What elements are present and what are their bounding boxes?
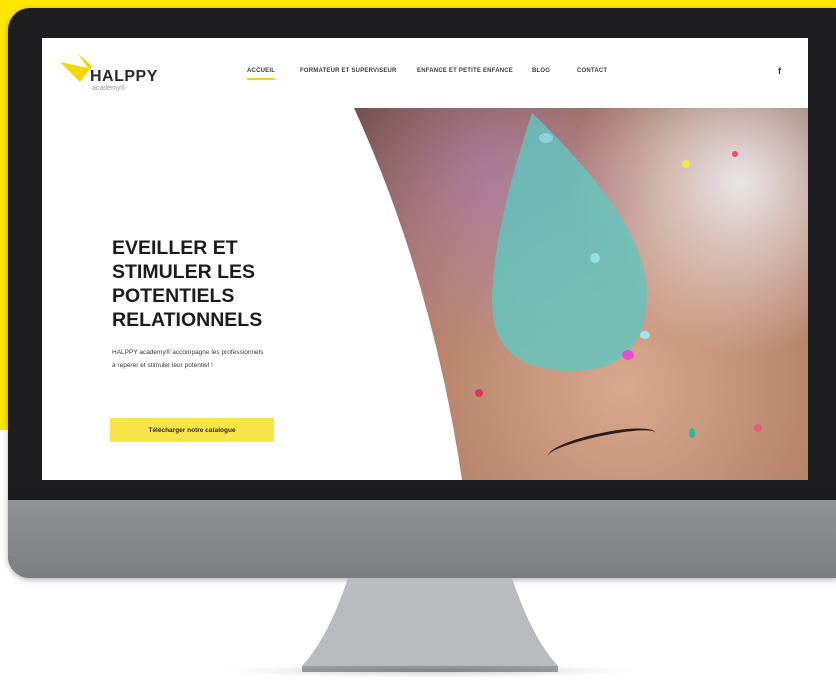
confetti-dot [732, 151, 738, 157]
hero-description-line: à repérer et stimuler leur potentiel ! [112, 362, 213, 369]
confetti-dot [590, 253, 600, 263]
confetti-dot [475, 389, 483, 397]
hero-text-block: EVEILLER ET STIMULER LES POTENTIELS RELA… [112, 236, 372, 372]
hero-description: HALPPY academy® accompagne les professio… [112, 346, 372, 372]
nav-item-blog[interactable]: BLOG [532, 68, 550, 74]
nav-item-formateur-superviseur[interactable]: FORMATEUR ET SUPERVISEUR [300, 68, 397, 74]
confetti-dot [539, 133, 553, 143]
confetti-dot [682, 160, 690, 168]
hero-title-line: STIMULER LES [112, 261, 256, 283]
nav-item-enfance-petite-enfance[interactable]: ENFANCE ET PETITE ENFANCE [417, 68, 513, 74]
hero-description-line: HALPPY academy® accompagne les professio… [112, 349, 264, 356]
hero-title-line: POTENTIELS [112, 285, 235, 307]
stand-shadow [220, 664, 640, 678]
site-header: HALPPY academy® ACCUEIL FORMATEUR ET SUP… [42, 38, 808, 108]
website-screen: HALPPY academy® ACCUEIL FORMATEUR ET SUP… [42, 38, 808, 480]
logo-text: HALPPY [90, 68, 158, 85]
confetti-dot [689, 428, 695, 438]
nav-item-accueil[interactable]: ACCUEIL [247, 68, 276, 80]
download-catalogue-button[interactable]: Télécharger notre catalogue [110, 418, 274, 442]
monitor-stand [302, 578, 558, 672]
hero-title-line: EVEILLER ET [112, 237, 238, 259]
monitor-chin [8, 500, 836, 578]
confetti-dot [754, 424, 762, 432]
nav-item-contact[interactable]: CONTACT [577, 68, 607, 74]
hero-title: EVEILLER ET STIMULER LES POTENTIELS RELA… [112, 236, 372, 332]
logo-subtext: academy® [92, 85, 126, 92]
confetti-dot [622, 350, 634, 360]
site-logo[interactable]: HALPPY academy® [58, 52, 198, 96]
confetti-dot [640, 331, 650, 339]
teal-drop-shape [492, 113, 647, 371]
hero-title-line: RELATIONNELS [112, 309, 263, 331]
facebook-icon[interactable]: f [778, 66, 781, 76]
